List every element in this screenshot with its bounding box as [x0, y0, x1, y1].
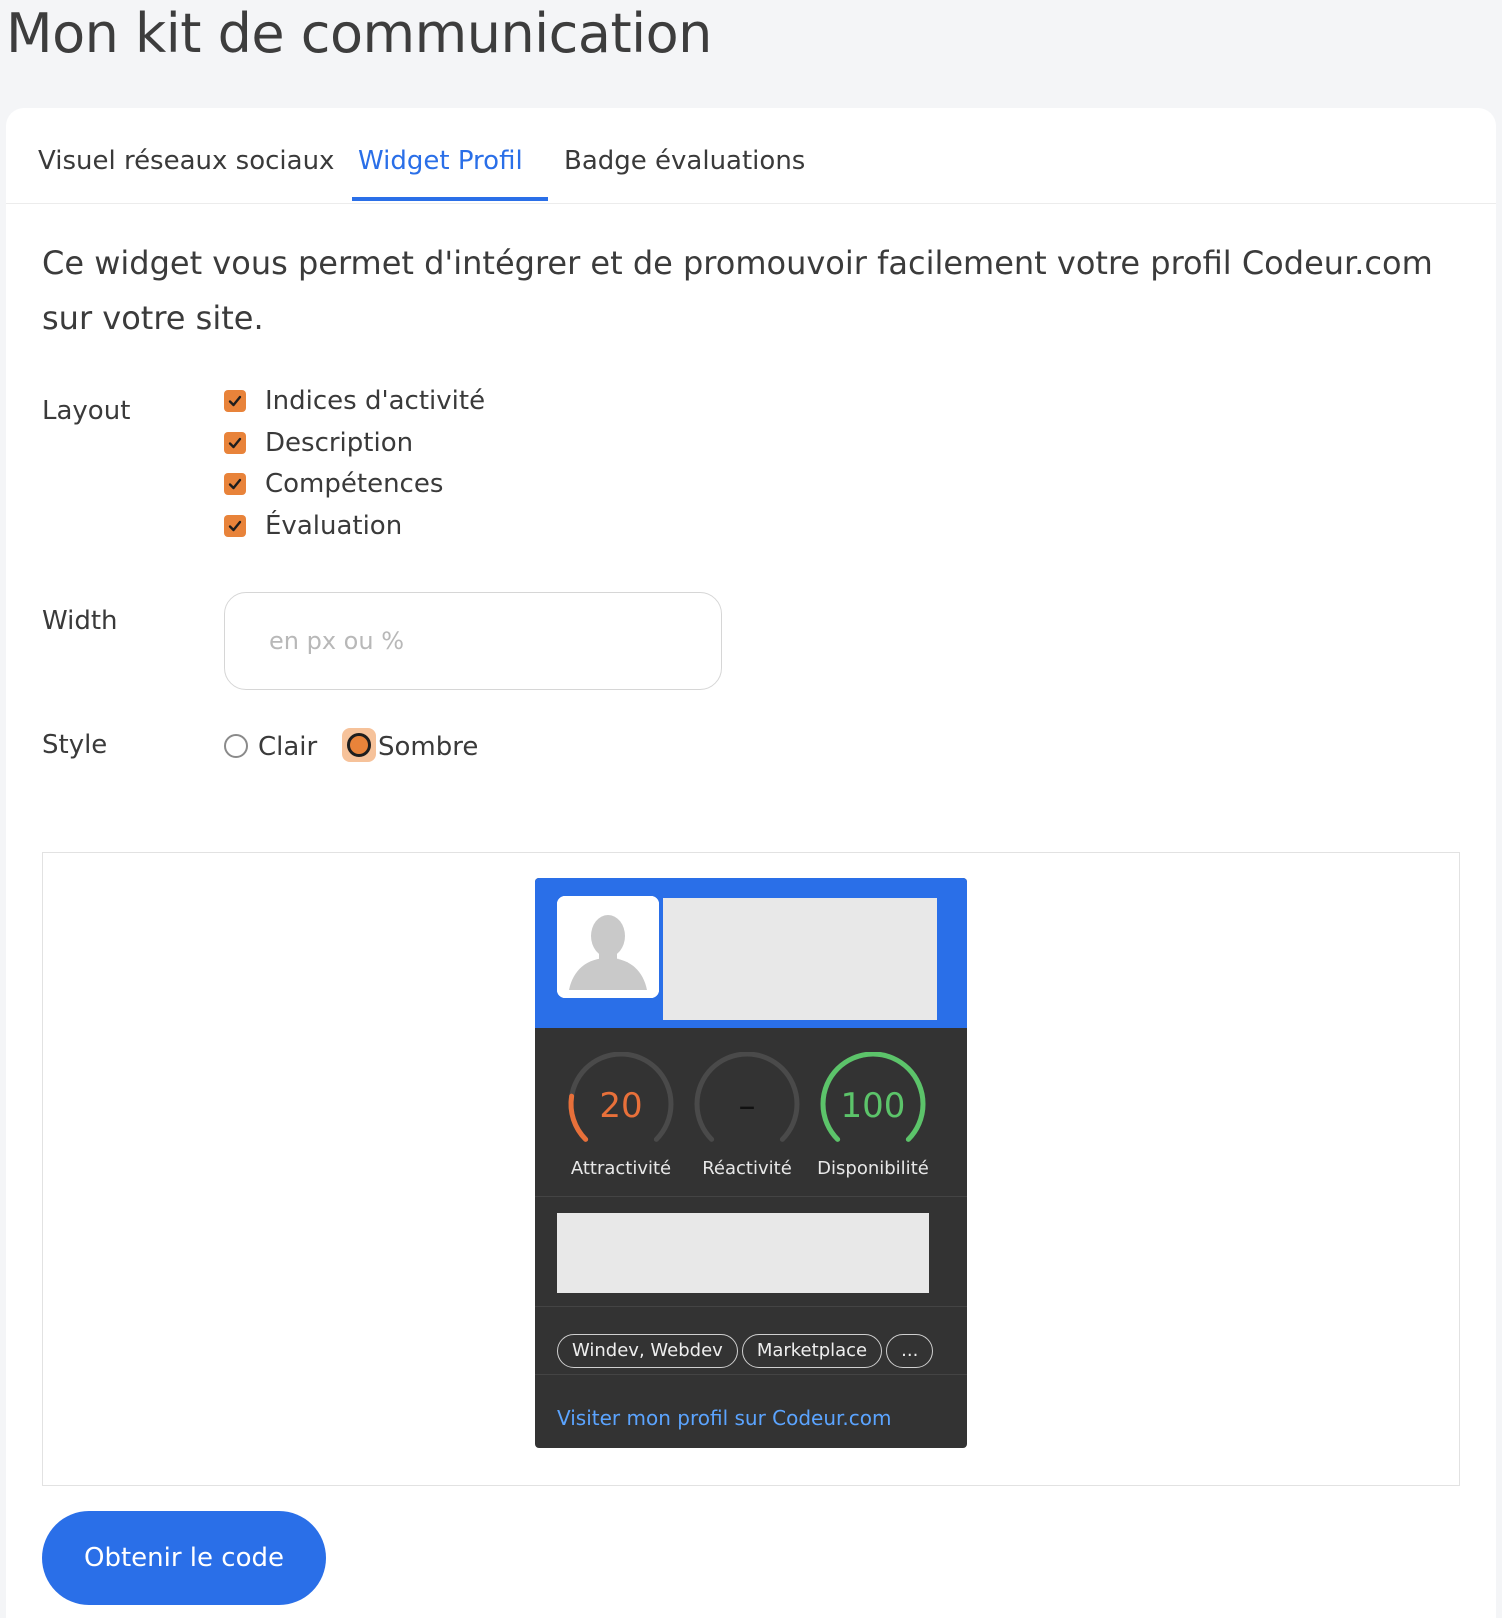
- width-label: Width: [42, 606, 118, 636]
- checkbox-checked-icon[interactable]: [224, 473, 246, 495]
- checkbox-checked-icon[interactable]: [224, 432, 246, 454]
- checkbox-label: Indices d'activité: [265, 386, 486, 416]
- widget-preview: 20 Attractivité – Réactivité 100 Disponi…: [42, 852, 1460, 1486]
- tab-bar: Visuel réseaux sociaux Widget Profil Bad…: [6, 108, 1496, 204]
- checkbox-checked-icon[interactable]: [224, 515, 246, 537]
- profile-widget: 20 Attractivité – Réactivité 100 Disponi…: [535, 878, 967, 1448]
- skill-chip-more[interactable]: ...: [886, 1334, 934, 1368]
- gauge-label: Disponibilité: [817, 1158, 929, 1179]
- divider: [535, 1374, 967, 1375]
- checkbox-competences[interactable]: Compétences: [224, 469, 443, 499]
- get-code-button[interactable]: Obtenir le code: [42, 1511, 326, 1605]
- user-silhouette-icon: [557, 896, 659, 998]
- profile-link[interactable]: Visiter mon profil sur Codeur.com: [557, 1406, 892, 1430]
- skills-list: Windev, Webdev Marketplace ...: [557, 1334, 934, 1368]
- page-title: Mon kit de communication: [6, 2, 712, 65]
- checkbox-checked-icon[interactable]: [224, 390, 246, 412]
- gauge-value: 100: [840, 1086, 906, 1126]
- profile-name-placeholder: [663, 898, 937, 1020]
- active-tab-indicator: [352, 197, 548, 201]
- layout-label: Layout: [42, 396, 131, 426]
- gauge-reactivite: – Réactivité: [691, 1052, 803, 1179]
- checkbox-indices-activite[interactable]: Indices d'activité: [224, 386, 485, 416]
- avatar: [557, 896, 659, 998]
- radio-selected-icon: [347, 733, 371, 757]
- tab-widget-profil[interactable]: Widget Profil: [358, 146, 523, 176]
- checkbox-label: Compétences: [265, 469, 444, 499]
- gauge-value: 20: [599, 1086, 643, 1126]
- communication-kit-card: Visuel réseaux sociaux Widget Profil Bad…: [6, 108, 1496, 1618]
- radio-sombre[interactable]: [342, 728, 376, 762]
- gauge-value: –: [738, 1086, 756, 1126]
- checkbox-description[interactable]: Description: [224, 428, 413, 458]
- gauge-disponibilite: 100 Disponibilité: [817, 1052, 929, 1179]
- tab-visuel-reseaux-sociaux[interactable]: Visuel réseaux sociaux: [38, 146, 334, 176]
- radio-sombre-label[interactable]: Sombre: [378, 732, 478, 762]
- tab-badge-evaluations[interactable]: Badge évaluations: [564, 146, 805, 176]
- description-placeholder: [557, 1213, 929, 1293]
- skill-chip[interactable]: Marketplace: [741, 1334, 883, 1368]
- checkbox-evaluation[interactable]: Évaluation: [224, 511, 402, 541]
- style-label: Style: [42, 730, 108, 760]
- activity-gauges: 20 Attractivité – Réactivité 100 Disponi…: [535, 1028, 967, 1204]
- checkbox-label: Description: [265, 428, 414, 458]
- width-input[interactable]: [224, 592, 722, 690]
- divider: [535, 1196, 967, 1197]
- radio-clair-label[interactable]: Clair: [258, 732, 317, 762]
- intro-text: Ce widget vous permet d'intégrer et de p…: [42, 244, 1433, 337]
- divider: [535, 1306, 967, 1307]
- skill-chip[interactable]: Windev, Webdev: [557, 1334, 738, 1368]
- checkbox-label: Évaluation: [265, 511, 403, 541]
- widget-header: [535, 878, 967, 1028]
- radio-clair[interactable]: [224, 734, 248, 758]
- gauge-attractivite: 20 Attractivité: [565, 1052, 677, 1179]
